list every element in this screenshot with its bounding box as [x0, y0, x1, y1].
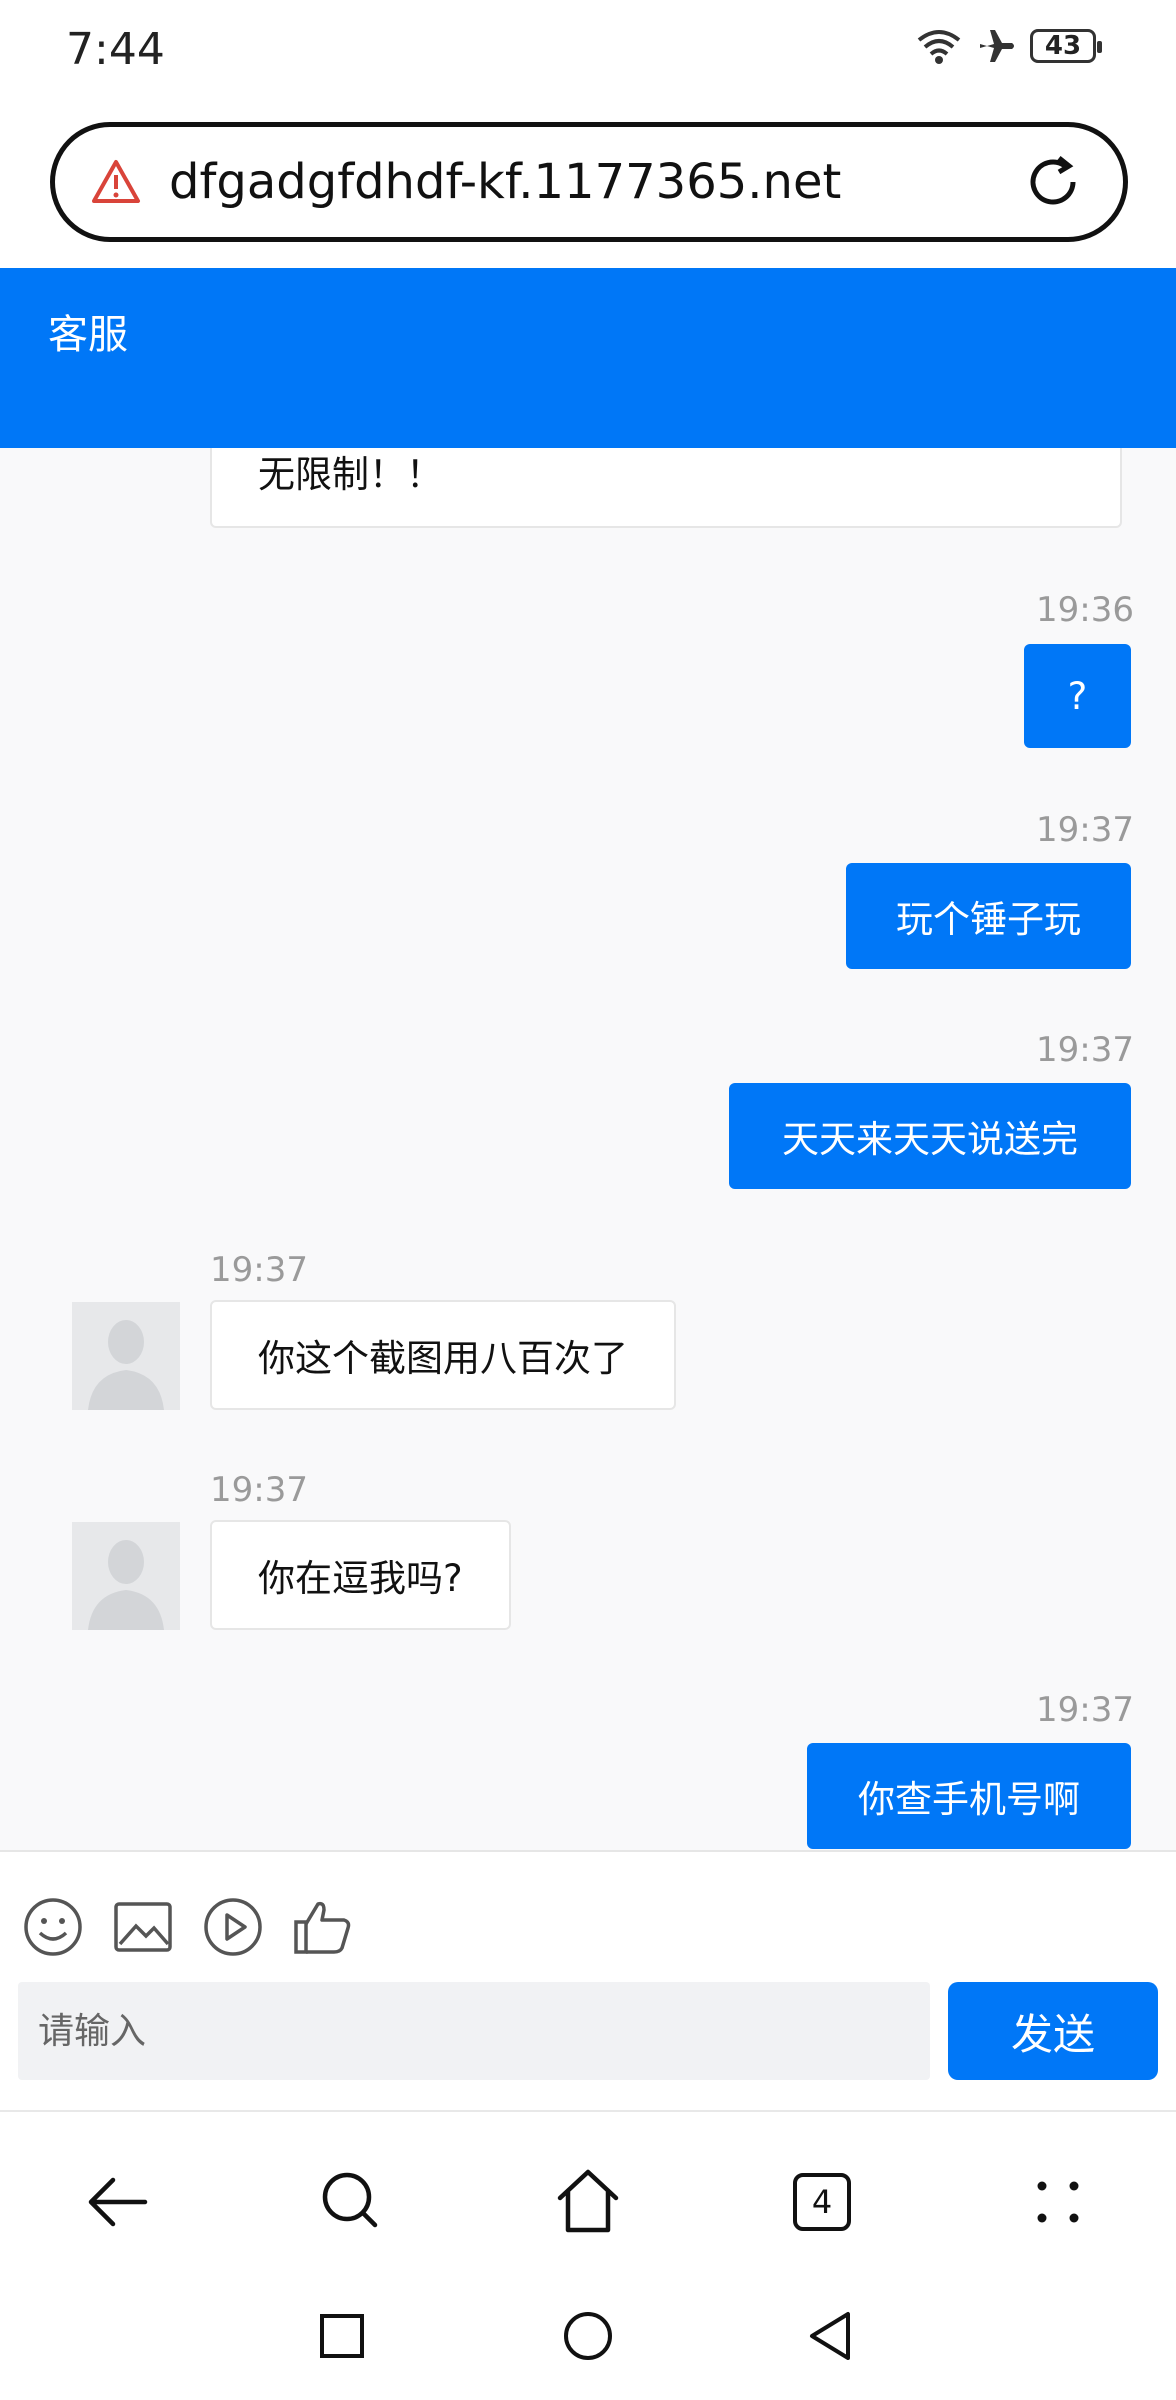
- warning-icon: [92, 160, 140, 203]
- system-nav: [0, 2284, 1176, 2400]
- message-text: 你查手机号啊: [858, 1778, 1080, 1821]
- more-button[interactable]: [1018, 2162, 1098, 2242]
- address-bar[interactable]: dfgadgfdhdf-kf.1177365.net: [50, 122, 1128, 242]
- back-triangle-icon[interactable]: [802, 2306, 862, 2366]
- browser-nav: 4: [0, 2110, 1176, 2284]
- message-timestamp: 19:37: [1036, 810, 1134, 850]
- home-icon: [557, 2169, 619, 2233]
- message-input[interactable]: [18, 1982, 930, 2080]
- chat-header: 客服: [0, 268, 1176, 448]
- status-icons: 43: [916, 26, 1102, 66]
- page-title: 客服: [48, 312, 128, 358]
- wifi-icon: [917, 30, 961, 64]
- home-circle-icon[interactable]: [558, 2306, 618, 2366]
- composer: 发送: [0, 1852, 1176, 2102]
- message-text: 无限制！！: [258, 453, 443, 496]
- tabs-icon: 4: [793, 2173, 851, 2231]
- message-bubble-outgoing: 玩个锤子玩: [846, 863, 1131, 969]
- message-text: 你这个截图用八百次了: [258, 1337, 628, 1380]
- thumbs-up-icon[interactable]: [292, 1896, 354, 1958]
- airplane-icon: [980, 30, 1014, 62]
- image-icon[interactable]: [112, 1896, 174, 1958]
- more-icon: [1037, 2181, 1079, 2223]
- message-text: 你在逗我吗?: [258, 1557, 463, 1600]
- avatar: [72, 1302, 180, 1410]
- user-placeholder-icon: [88, 1540, 164, 1630]
- reload-icon[interactable]: [1021, 150, 1085, 214]
- message-bubble-incoming: 你在逗我吗?: [210, 1520, 511, 1630]
- message-bubble-outgoing: 天天来天天说送完: [729, 1083, 1131, 1189]
- emoji-icon[interactable]: [22, 1896, 84, 1958]
- message-timestamp: 19:36: [1036, 590, 1134, 630]
- message-timestamp: 19:37: [210, 1470, 308, 1510]
- message-timestamp: 19:37: [210, 1250, 308, 1290]
- message-text: 天天来天天说送完: [782, 1118, 1078, 1161]
- avatar: [72, 1522, 180, 1630]
- send-button[interactable]: 发送: [948, 1982, 1158, 2080]
- back-arrow-icon: [88, 2177, 148, 2227]
- message-text: ?: [1067, 674, 1088, 718]
- battery-indicator: 43: [1030, 29, 1102, 63]
- message-bubble-outgoing: ?: [1024, 644, 1131, 748]
- video-icon[interactable]: [202, 1896, 264, 1958]
- status-bar: 7:44 43: [0, 0, 1176, 100]
- battery-level: 43: [1044, 31, 1082, 61]
- chat-messages[interactable]: 无限制！！ 19:36 ? 19:37 玩个锤子玩 19:37 天天来天天说送完…: [0, 448, 1176, 1852]
- back-button[interactable]: [78, 2162, 158, 2242]
- search-button[interactable]: [312, 2162, 392, 2242]
- recents-icon[interactable]: [312, 2306, 372, 2366]
- message-bubble-incoming: 无限制！！: [210, 448, 1122, 528]
- address-url[interactable]: dfgadgfdhdf-kf.1177365.net: [169, 154, 1021, 210]
- user-placeholder-icon: [88, 1320, 164, 1410]
- status-time: 7:44: [66, 24, 165, 75]
- message-bubble-outgoing: 你查手机号啊: [807, 1743, 1131, 1849]
- message-timestamp: 19:37: [1036, 1690, 1134, 1730]
- home-button[interactable]: [548, 2162, 628, 2242]
- tabs-button[interactable]: 4: [782, 2162, 862, 2242]
- message-timestamp: 19:37: [1036, 1030, 1134, 1070]
- tab-count: 4: [811, 2183, 833, 2221]
- search-icon: [322, 2172, 378, 2228]
- message-text: 玩个锤子玩: [896, 898, 1081, 941]
- message-bubble-incoming: 你这个截图用八百次了: [210, 1300, 676, 1410]
